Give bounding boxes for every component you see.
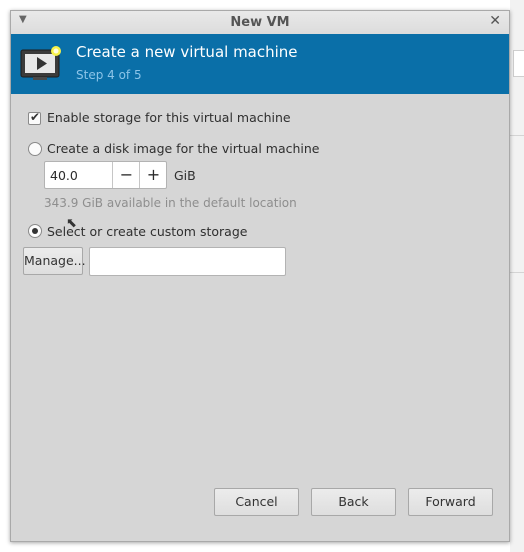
step-indicator: Step 4 of 5 — [76, 68, 142, 82]
create-disk-label[interactable]: Create a disk image for the virtual mach… — [47, 141, 320, 156]
disk-size-value[interactable]: 40.0 — [50, 168, 78, 183]
background-divider — [510, 272, 524, 273]
background-divider — [510, 135, 524, 136]
disk-size-spinner[interactable]: 40.0 − + — [44, 161, 167, 189]
create-disk-radio[interactable] — [28, 142, 42, 156]
background-window — [510, 0, 524, 552]
available-space-text: 343.9 GiB available in the default locat… — [44, 196, 297, 210]
wizard-header: Create a new virtual machine Step 4 of 5 — [11, 34, 509, 94]
custom-storage-path-input[interactable] — [89, 247, 286, 276]
disk-unit-label: GiB — [174, 168, 196, 183]
window-title: New VM — [230, 15, 290, 30]
mouse-pointer-icon: ⬉ — [66, 216, 77, 231]
enable-storage-checkbox[interactable]: ✔ — [28, 110, 41, 125]
checkmark-icon: ✔ — [30, 110, 41, 124]
new-vm-dialog: ▼ New VM ✕ Create a new virtual machine … — [10, 10, 510, 542]
increment-button[interactable]: + — [139, 162, 167, 188]
cancel-button[interactable]: Cancel — [214, 488, 299, 516]
forward-button[interactable]: Forward — [408, 488, 493, 516]
enable-storage-label[interactable]: Enable storage for this virtual machine — [47, 110, 291, 125]
close-icon[interactable]: ✕ — [489, 13, 501, 29]
manage-button[interactable]: Manage... — [23, 247, 86, 275]
custom-storage-radio[interactable] — [28, 224, 42, 238]
decrement-button[interactable]: − — [112, 162, 140, 188]
header-title: Create a new virtual machine — [76, 43, 298, 61]
custom-storage-label[interactable]: Select or create custom storage — [47, 224, 247, 239]
background-field — [513, 50, 524, 77]
virtual-machine-icon — [20, 46, 61, 80]
back-button[interactable]: Back — [311, 488, 396, 516]
title-bar[interactable]: ▼ New VM ✕ — [11, 11, 509, 35]
